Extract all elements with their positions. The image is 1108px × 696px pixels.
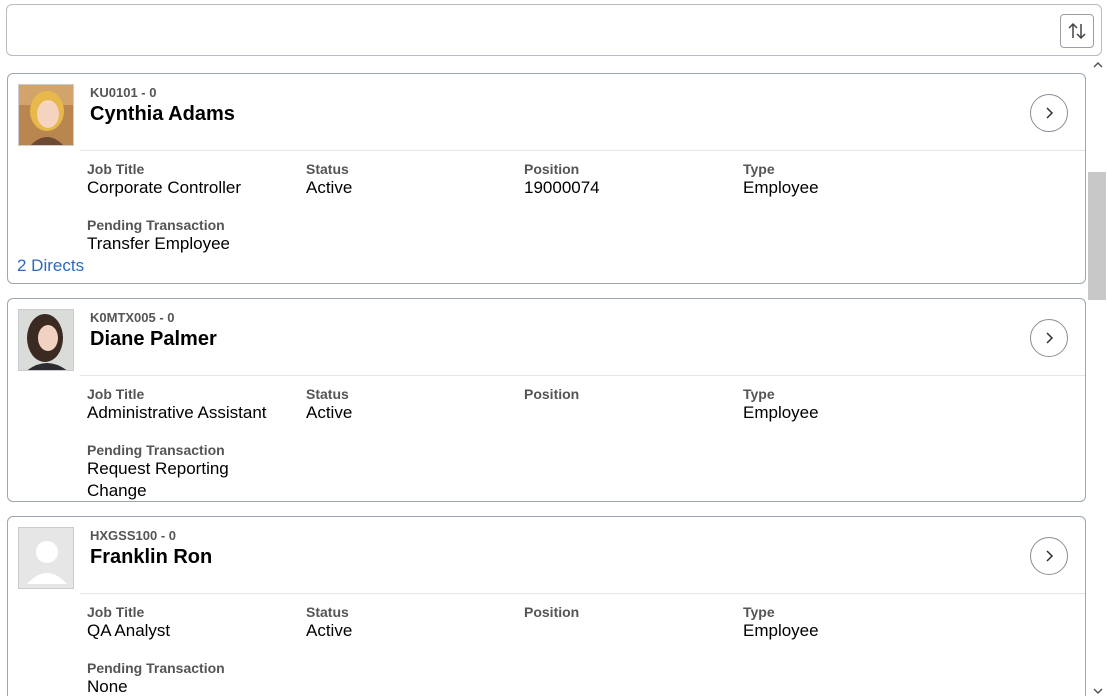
employee-id: HXGSS100 - 0 [90,528,176,543]
type-value: Employee [743,178,819,197]
chevron-right-icon [1046,550,1054,562]
sort-arrows-icon [1068,22,1086,40]
pending-label: Pending Transaction [87,442,225,458]
employee-card: K0MTX005 - 0 Diane Palmer Job Title Admin… [7,298,1086,502]
employee-name[interactable]: Franklin Ron [90,546,212,569]
view-details-button[interactable] [1030,319,1068,357]
position-label: Position [524,386,580,402]
status-label: Status [306,161,349,177]
pending-value: None [87,677,128,696]
scrollbar-thumb[interactable] [1088,172,1106,300]
job-title-label: Job Title [87,386,145,402]
card-header: HXGSS100 - 0 Franklin Ron [80,517,1085,594]
pending-label: Pending Transaction [87,217,225,233]
position-label: Position [524,161,580,177]
view-details-button[interactable] [1030,94,1068,132]
pending-value: Request Reporting Change [87,459,229,500]
employee-card: KU0101 - 0 Cynthia Adams Job Title Corpor… [7,73,1086,284]
employee-id: K0MTX005 - 0 [90,310,175,325]
chevron-right-icon [1046,107,1054,119]
directs-link[interactable]: 2 Directs [17,256,84,276]
job-title-value: Corporate Controller [87,178,242,197]
avatar [18,84,74,146]
type-label: Type [743,161,775,177]
job-title-label: Job Title [87,604,145,620]
search-toolbar [6,4,1102,56]
status-label: Status [306,604,349,620]
status-value: Active [306,621,353,640]
card-header: K0MTX005 - 0 Diane Palmer [80,299,1085,376]
position-label: Position [524,604,580,620]
employee-card: HXGSS100 - 0 Franklin Ron Job Title QA An… [7,516,1086,696]
view-details-button[interactable] [1030,537,1068,575]
scroll-up-icon[interactable] [1092,60,1104,70]
status-label: Status [306,386,349,402]
vertical-scrollbar[interactable] [1088,60,1108,696]
type-value: Employee [743,403,819,422]
employee-id: KU0101 - 0 [90,85,157,100]
job-title-label: Job Title [87,161,145,177]
pending-label: Pending Transaction [87,660,225,676]
job-title-value: Administrative Assistant [87,403,267,422]
employee-list: KU0101 - 0 Cynthia Adams Job Title Corpor… [0,60,1108,696]
employee-name[interactable]: Diane Palmer [90,328,217,351]
sort-button[interactable] [1060,14,1094,48]
placeholder-person-icon [18,527,74,589]
job-title-value: QA Analyst [87,621,171,640]
card-header: KU0101 - 0 Cynthia Adams [80,74,1085,151]
pending-value: Transfer Employee [87,234,230,253]
status-value: Active [306,178,353,197]
type-value: Employee [743,621,819,640]
scroll-down-icon[interactable] [1092,686,1104,696]
employee-name[interactable]: Cynthia Adams [90,103,235,126]
status-value: Active [306,403,353,422]
avatar [18,309,74,371]
type-label: Type [743,604,775,620]
type-label: Type [743,386,775,402]
position-value: 19000074 [524,178,600,197]
chevron-right-icon [1046,332,1054,344]
